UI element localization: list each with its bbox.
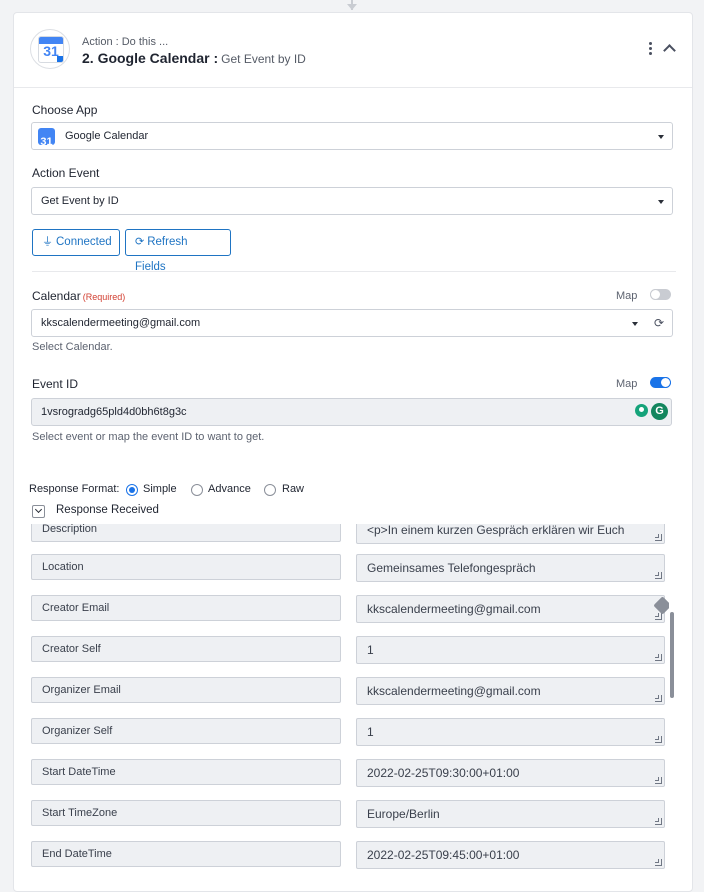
- response-key: Creator Email: [31, 595, 341, 621]
- response-key: Location: [31, 554, 341, 580]
- response-row: Description <p>In einem kurzen Gespräch …: [31, 524, 671, 544]
- connected-button[interactable]: ⏚ Connected: [32, 229, 120, 256]
- radio-raw-label: Raw: [282, 483, 305, 495]
- resize-grip-icon[interactable]: [655, 777, 662, 784]
- more-options-icon[interactable]: [648, 42, 654, 58]
- action-step-card: 31 Action : Do this ... 2. Google Calend…: [13, 12, 693, 892]
- calendar-refresh-button[interactable]: ⟳: [646, 309, 673, 337]
- response-key: Description: [31, 524, 341, 542]
- chevron-down-icon: [658, 200, 664, 204]
- response-value[interactable]: Europe/Berlin: [356, 800, 665, 828]
- event-id-map-label: Map: [616, 378, 638, 390]
- chevron-down-icon: [632, 322, 638, 326]
- scrollbar-thumb[interactable]: [670, 612, 674, 698]
- radio-advance[interactable]: [191, 484, 203, 496]
- calendar-label: Calendar (Required): [32, 289, 125, 303]
- refresh-icon: ⟳: [135, 236, 145, 248]
- response-scrollbar[interactable]: [669, 524, 675, 884]
- resize-grip-icon[interactable]: [655, 818, 662, 825]
- lightbulb-icon[interactable]: [635, 404, 648, 417]
- action-event-select[interactable]: Get Event by ID: [31, 187, 673, 215]
- calendar-hint: Select Calendar.: [32, 341, 113, 353]
- grammarly-icon[interactable]: G: [651, 403, 668, 420]
- flow-connector-arrow-icon: [347, 4, 357, 10]
- step-app-name: 2. Google Calendar :: [82, 50, 219, 66]
- radio-simple-label: Simple: [143, 483, 177, 495]
- step-title: 2. Google Calendar : Get Event by ID: [82, 50, 306, 66]
- refresh-icon: ⟳: [654, 316, 665, 330]
- response-row: Creator Email kkscalendermeeting@gmail.c…: [31, 595, 671, 623]
- choose-app-select[interactable]: 31 Google Calendar: [31, 122, 673, 150]
- calendar-map-label: Map: [616, 290, 638, 302]
- section-divider: [32, 271, 676, 272]
- calendar-value: kkscalendermeeting@gmail.com: [41, 317, 201, 329]
- response-row: Organizer Self 1: [31, 718, 671, 746]
- google-calendar-logo: 31: [30, 29, 70, 69]
- response-row: Location Gemeinsames Telefongespräch: [31, 554, 671, 582]
- response-format-label: Response Format:: [29, 483, 120, 495]
- step-type-label: Action : Do this ...: [82, 36, 169, 48]
- response-received-title: Response Received: [56, 504, 159, 516]
- response-key: End DateTime: [31, 841, 341, 867]
- calendar-label-text: Calendar: [32, 289, 81, 303]
- response-row: Start DateTime 2022-02-25T09:30:00+01:00: [31, 759, 671, 787]
- event-id-input[interactable]: 1vsrogradg65pld4d0bh6t8g3c: [31, 398, 672, 426]
- choose-app-label: Choose App: [32, 103, 98, 117]
- response-row: End DateTime 2022-02-25T09:45:00+01:00: [31, 841, 671, 869]
- collapse-chevron-up-icon[interactable]: [662, 41, 676, 55]
- calendar-icon: 31: [38, 36, 64, 63]
- response-value[interactable]: 1: [356, 718, 665, 746]
- action-event-label: Action Event: [32, 166, 100, 180]
- radio-advance-label: Advance: [208, 483, 251, 495]
- response-value[interactable]: Gemeinsames Telefongespräch: [356, 554, 665, 582]
- response-key: Creator Self: [31, 636, 341, 662]
- response-key: Start DateTime: [31, 759, 341, 785]
- resize-grip-icon[interactable]: [655, 534, 662, 541]
- chevron-down-icon: [658, 135, 664, 139]
- required-marker: (Required): [82, 292, 126, 302]
- response-value[interactable]: kkscalendermeeting@gmail.com: [356, 595, 665, 623]
- resize-grip-icon[interactable]: [655, 736, 662, 743]
- step-event-name: Get Event by ID: [221, 52, 306, 66]
- response-value[interactable]: 1: [356, 636, 665, 664]
- response-received-list[interactable]: Description <p>In einem kurzen Gespräch …: [31, 524, 681, 884]
- calendar-map-toggle[interactable]: [650, 289, 671, 300]
- connected-button-label: Connected: [56, 236, 112, 248]
- plug-icon: ⏚: [42, 236, 53, 248]
- resize-grip-icon[interactable]: [655, 572, 662, 579]
- response-key: Start TimeZone: [31, 800, 341, 826]
- response-received-expand-icon[interactable]: [32, 505, 45, 518]
- resize-grip-icon[interactable]: [655, 654, 662, 661]
- radio-raw[interactable]: [264, 484, 276, 496]
- response-key: Organizer Email: [31, 677, 341, 703]
- event-id-hint: Select event or map the event ID to want…: [32, 431, 265, 443]
- response-row: Start TimeZone Europe/Berlin: [31, 800, 671, 828]
- radio-simple[interactable]: [126, 484, 138, 496]
- response-value[interactable]: kkscalendermeeting@gmail.com: [356, 677, 665, 705]
- action-event-value: Get Event by ID: [41, 195, 119, 207]
- event-id-map-toggle[interactable]: [650, 377, 671, 388]
- response-row: Creator Self 1: [31, 636, 671, 664]
- response-key: Organizer Self: [31, 718, 341, 744]
- response-row: Organizer Email kkscalendermeeting@gmail…: [31, 677, 671, 705]
- response-value[interactable]: 2022-02-25T09:45:00+01:00: [356, 841, 665, 869]
- refresh-fields-button[interactable]: ⟳ Refresh Fields: [125, 229, 231, 273]
- step-header[interactable]: 31 Action : Do this ... 2. Google Calend…: [14, 13, 692, 88]
- resize-grip-icon[interactable]: [655, 859, 662, 866]
- google-calendar-small-icon: 31: [38, 128, 55, 145]
- resize-grip-icon[interactable]: [655, 695, 662, 702]
- choose-app-value: Google Calendar: [65, 130, 149, 142]
- response-value[interactable]: 2022-02-25T09:30:00+01:00: [356, 759, 665, 787]
- response-value[interactable]: <p>In einem kurzen Gespräch erklären wir…: [356, 524, 665, 544]
- calendar-select[interactable]: kkscalendermeeting@gmail.com: [31, 309, 647, 337]
- event-id-label: Event ID: [32, 377, 79, 391]
